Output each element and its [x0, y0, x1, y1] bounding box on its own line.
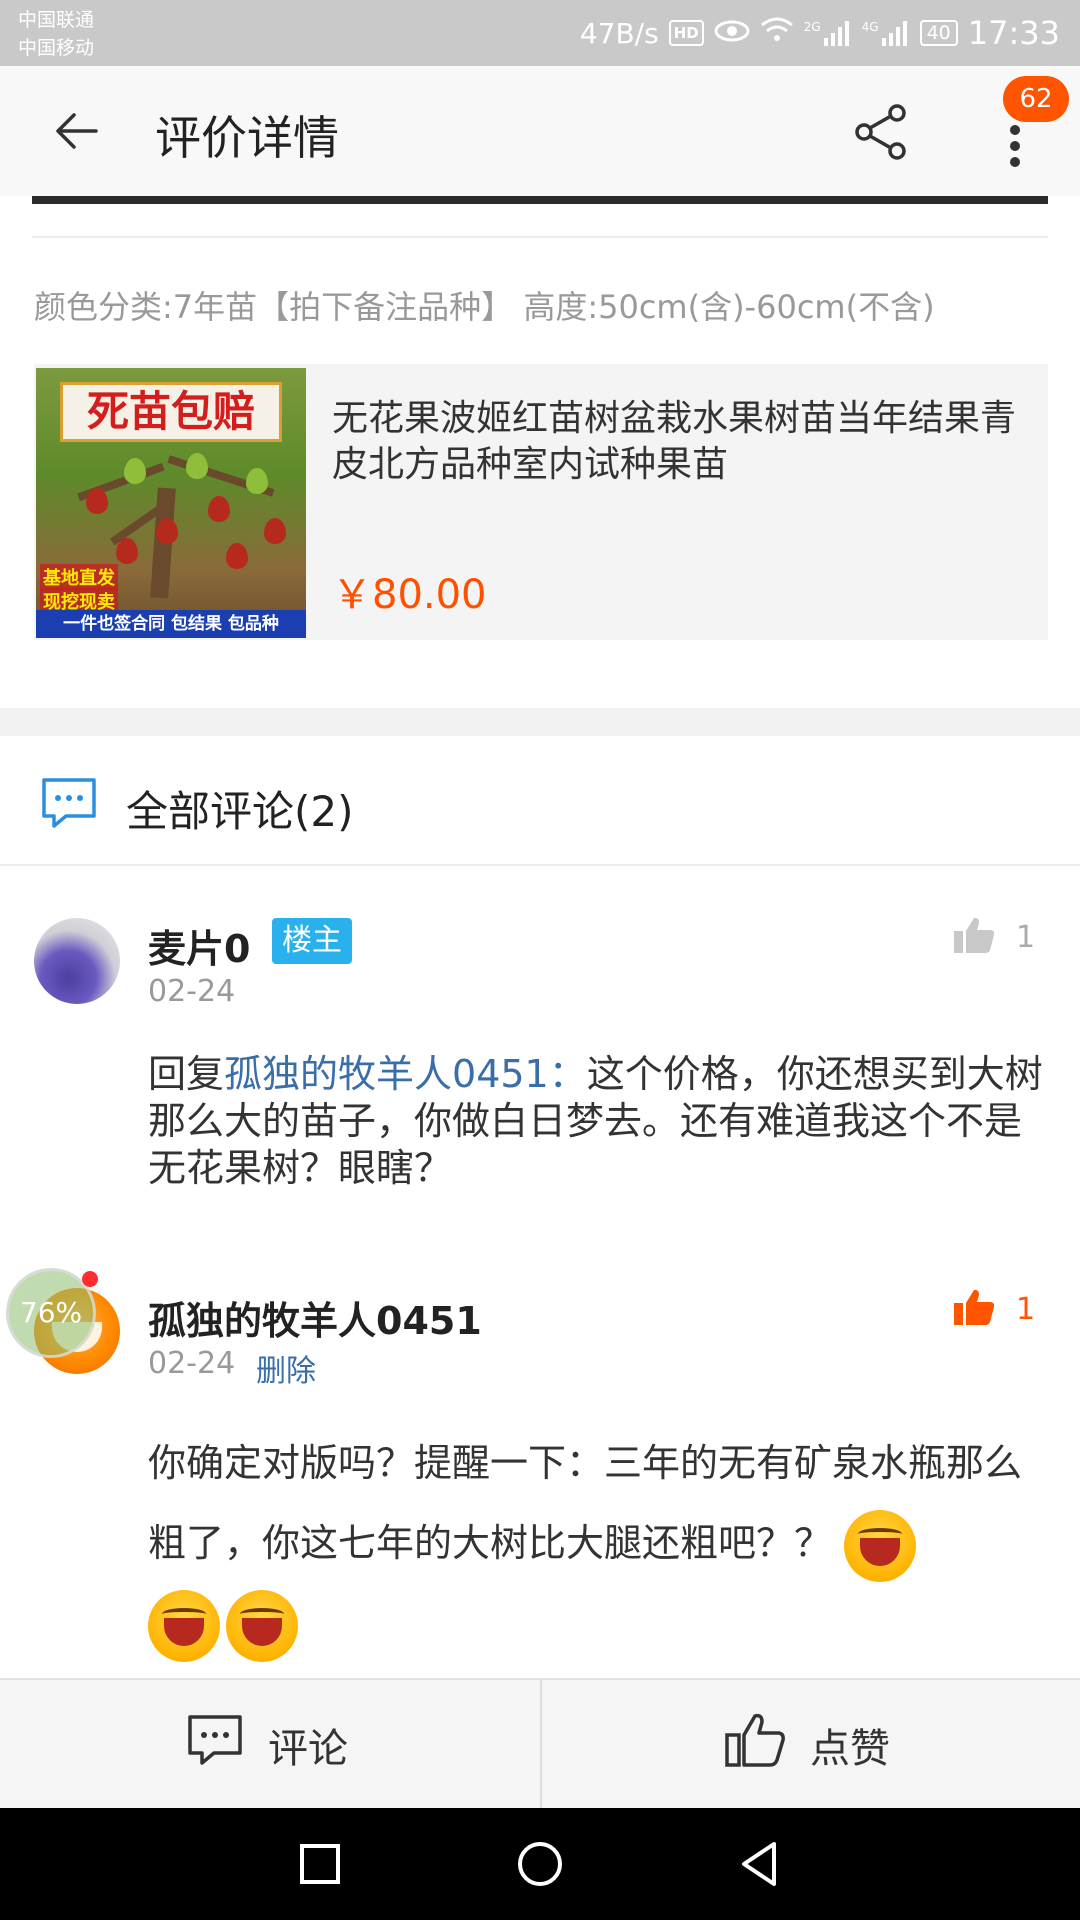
network-speed: 47B/s [579, 16, 659, 50]
comment-bubble-icon [40, 776, 98, 830]
image-banner-text: 死苗包赔 [60, 382, 282, 442]
eye-icon [714, 16, 750, 51]
like-count: 1 [1016, 1291, 1036, 1327]
product-price: ￥80.00 [332, 572, 487, 618]
status-indicators: 47B/s HD 2G 4G 40 17:33 [580, 10, 1060, 56]
comment-text: 回复孤独的牧羊人0451：这个价格，你还想买到大树那么大的苗子，你做白日梦去。还… [148, 1051, 1048, 1192]
reply-to-link[interactable]: 孤独的牧羊人0451： [224, 1052, 587, 1096]
image-tag: 基地直发 [40, 564, 118, 590]
product-image[interactable]: 死苗包赔 基地直发 现挖现卖 一件也签合同 包结果 包品种 [36, 368, 306, 638]
like-action-button[interactable]: 点赞 [724, 1710, 890, 1780]
arrow-left-icon[interactable] [52, 106, 102, 156]
clock: 17:33 [967, 14, 1060, 52]
thumb-up-icon [952, 1287, 996, 1331]
carrier-2: 中国移动 [18, 37, 95, 59]
comment-author[interactable]: 孤独的牧羊人0451 [148, 1290, 482, 1345]
signal-4g-icon: 4G [862, 20, 910, 46]
more-vertical-icon[interactable] [1000, 118, 1030, 178]
product-title[interactable]: 无花果波姬红苗树盆栽水果树苗当年结果青皮北方品种室内试种果苗 [332, 396, 1038, 488]
comment-icon [186, 1713, 244, 1777]
comment-author[interactable]: 麦片0 [148, 918, 250, 973]
recent-apps-icon[interactable] [290, 1834, 350, 1894]
notification-dot [82, 1271, 98, 1287]
comment-button-label: 评论 [268, 1726, 348, 1772]
battery-icon: 40 [919, 20, 958, 46]
image-footer-text: 一件也签合同 包结果 包品种 [36, 610, 306, 638]
avatar[interactable] [34, 918, 120, 1004]
notification-badge: 62 [1003, 76, 1069, 122]
owner-badge: 楼主 [272, 918, 352, 964]
like-button[interactable]: 1 [952, 914, 1035, 960]
laughing-emoji-icon [226, 1589, 298, 1662]
hd-icon: HD [668, 20, 704, 46]
comment-date: 02-24 [148, 974, 236, 1009]
delete-button[interactable]: 删除 [256, 1346, 316, 1390]
divider [0, 864, 1080, 866]
thumb-up-icon [952, 915, 996, 959]
thumb-up-outline-icon [724, 1711, 786, 1779]
like-button-label: 点赞 [810, 1726, 890, 1772]
wifi-icon [760, 15, 794, 51]
home-icon[interactable] [510, 1834, 570, 1894]
top-app-bar: 评价详情 62 [0, 66, 1080, 196]
signal-2g-icon: 2G [804, 20, 852, 46]
comments-title: 全部评论(2) [126, 787, 354, 836]
comment-text: 你确定对版吗？提醒一下：三年的无有矿泉水瓶那么粗了，你这七年的大树比大腿还粗吧？… [148, 1423, 1048, 1663]
laughing-emoji-icon [148, 1589, 220, 1662]
status-bar: 中国联通 中国移动 47B/s HD 2G 4G 40 17:33 [0, 0, 1080, 66]
section-separator [0, 708, 1080, 736]
like-count: 1 [1016, 919, 1036, 955]
reply-prefix: 回复 [148, 1052, 225, 1096]
divider [32, 236, 1048, 238]
back-nav-icon[interactable] [730, 1834, 790, 1894]
sku-info: 颜色分类:7年苗【拍下备注品种】 高度:50cm(含)-60cm(不含) [34, 288, 935, 326]
like-button[interactable]: 1 [952, 1286, 1035, 1332]
share-icon[interactable] [852, 102, 912, 162]
comment-date: 02-24 [148, 1346, 236, 1381]
page-title: 评价详情 [155, 111, 339, 165]
divider [540, 1678, 542, 1808]
comment-button[interactable]: 评论 [186, 1710, 348, 1780]
review-image-edge[interactable] [32, 196, 1048, 204]
carrier-1: 中国联通 [18, 9, 95, 31]
laughing-emoji-icon [844, 1509, 917, 1582]
